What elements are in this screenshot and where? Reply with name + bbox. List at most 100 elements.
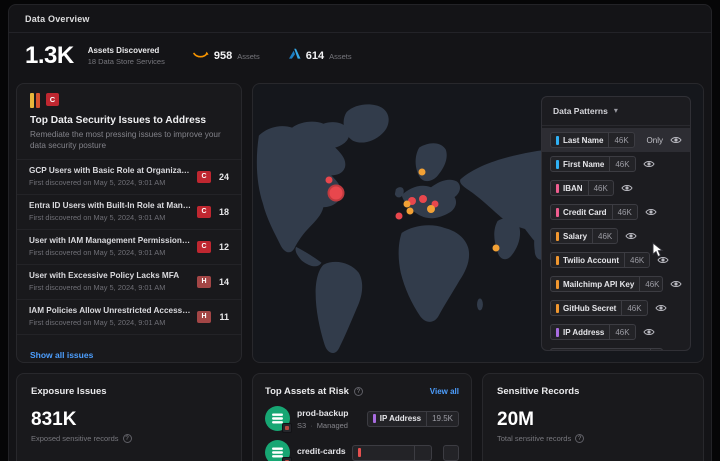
issues-panel-subtitle: Remediate the most pressing issues to im… [30, 129, 228, 152]
data-pattern-chip[interactable]: Mailchimp API Key 46K [550, 276, 663, 292]
assets-list: prod-backup S3 Managed IP Address 19.5K … [265, 406, 459, 461]
overflow-chip[interactable] [443, 445, 459, 461]
data-pattern-row[interactable]: GitHub Secret 46K [542, 296, 690, 320]
only-button[interactable]: Only [647, 136, 663, 145]
issue-count: 18 [217, 207, 229, 217]
asset-name: prod-backup [297, 408, 360, 418]
exposure-issues-card: Exposure Issues 831K Exposed sensitive r… [16, 373, 242, 461]
map-marker[interactable] [419, 169, 426, 176]
data-pattern-row[interactable] [542, 344, 690, 350]
map-marker[interactable] [403, 201, 410, 208]
data-patterns-select[interactable]: Data Patterns [542, 97, 690, 126]
pattern-color-bar [373, 414, 376, 423]
view-all-link[interactable]: View all [430, 387, 459, 396]
issues-list: GCP Users with Basic Role at Organizatio… [17, 159, 241, 334]
issues-panel-title: Top Data Security Issues to Address [30, 115, 228, 126]
data-pattern-row[interactable]: First Name 46K [542, 152, 690, 176]
asset-meta: S3 Managed [297, 421, 360, 430]
critical-badge: C [46, 93, 59, 106]
issue-row[interactable]: User with Excessive Policy Lacks MFA Fir… [17, 264, 241, 299]
data-pattern-row[interactable]: Twilio Account 46K [542, 248, 690, 272]
data-pattern-chip[interactable] [550, 348, 663, 350]
data-pattern-chip[interactable]: Credit Card 46K [550, 204, 638, 220]
dot-separator [310, 421, 313, 430]
assets-discovered-count: 1.3K [25, 44, 74, 68]
asset-name: credit-cards [297, 446, 345, 456]
pattern-color-bar [556, 280, 559, 289]
issue-count: 11 [217, 312, 229, 322]
asset-pattern-chip[interactable] [352, 445, 432, 461]
eye-icon[interactable] [655, 303, 667, 313]
pattern-label: Twilio Account [563, 256, 619, 265]
issue-row[interactable]: User with IAM Management Permissions Lac… [17, 229, 241, 264]
map-marker[interactable] [326, 177, 333, 184]
pattern-label: Last Name [563, 136, 603, 145]
data-pattern-row[interactable]: IBAN 46K [542, 176, 690, 200]
pattern-color-bar [556, 304, 559, 313]
exposure-issues-title: Exposure Issues [31, 386, 227, 397]
data-pattern-chip[interactable]: IBAN 46K [550, 180, 614, 196]
severity-badge: H [197, 276, 211, 288]
issue-title: GCP Users with Basic Role at Organizatio… [29, 166, 191, 175]
issue-count: 14 [217, 277, 229, 287]
pattern-count: 46K [625, 256, 649, 265]
eye-icon[interactable] [670, 135, 682, 145]
pattern-color-bar [556, 256, 559, 265]
data-overview-page: Data Overview 1.3K Assets Discovered 18 … [8, 4, 712, 461]
pattern-label: IP Address [563, 328, 604, 337]
assets-discovered-label: Assets Discovered [88, 46, 165, 55]
azure-assets-stat: 614 Assets [288, 47, 352, 65]
data-pattern-row[interactable]: Mailchimp API Key 46K [542, 272, 690, 296]
asset-row[interactable]: credit-cards [265, 440, 459, 461]
help-icon[interactable] [123, 434, 132, 443]
data-pattern-chip[interactable]: Last Name 46K [550, 132, 635, 148]
asset-pattern-chip[interactable]: IP Address 19.5K [367, 411, 459, 427]
map-marker[interactable] [419, 195, 427, 203]
sensitive-records-card: Sensitive Records 20M Total sensitive re… [482, 373, 704, 461]
pattern-count: 46K [610, 328, 634, 337]
top-assets-title: Top Assets at Risk [265, 386, 349, 397]
sensitive-records-value: 20M [497, 410, 689, 429]
eye-icon[interactable] [643, 327, 655, 337]
issue-row[interactable]: IAM Policies Allow Unrestricted Access t… [17, 299, 241, 334]
data-pattern-chip[interactable]: Twilio Account 46K [550, 252, 650, 268]
pattern-label: IBAN [563, 184, 583, 193]
stats-bar: 1.3K Assets Discovered 18 Data Store Ser… [9, 33, 711, 81]
severity-badge: C [197, 171, 211, 183]
map-marker[interactable] [328, 185, 345, 202]
map-marker[interactable] [492, 244, 499, 251]
severity-badge: H [197, 311, 211, 323]
asset-type: S3 [297, 421, 306, 430]
pattern-color-bar [556, 136, 559, 145]
map-marker[interactable] [427, 205, 435, 213]
severity-bars-icon [30, 93, 40, 108]
map-marker[interactable] [406, 208, 413, 215]
data-pattern-chip[interactable]: First Name 46K [550, 156, 636, 172]
show-all-issues-link[interactable]: Show all issues [30, 350, 93, 360]
data-pattern-row[interactable]: Salary 46K [542, 224, 690, 248]
sensitive-records-sub: Total sensitive records [497, 434, 571, 443]
asset-row[interactable]: prod-backup S3 Managed IP Address 19.5K [265, 406, 459, 431]
eye-icon[interactable] [625, 231, 637, 241]
data-pattern-row[interactable]: IP Address 46K [542, 320, 690, 344]
map-marker[interactable] [395, 213, 402, 220]
help-icon[interactable] [575, 434, 584, 443]
data-pattern-chip[interactable]: Salary 46K [550, 228, 618, 244]
help-icon[interactable] [354, 387, 363, 396]
data-pattern-chip[interactable]: GitHub Secret 46K [550, 300, 648, 316]
issue-row[interactable]: Entra ID Users with Built-In Role at Man… [17, 194, 241, 229]
eye-icon[interactable] [670, 279, 682, 289]
issue-row[interactable]: GCP Users with Basic Role at Organizatio… [17, 159, 241, 194]
pattern-label: Mailchimp API Key [563, 280, 634, 289]
s3-badge-icon [282, 423, 292, 433]
data-pattern-row[interactable]: Last Name 46K Only [542, 128, 690, 152]
eye-icon[interactable] [621, 183, 633, 193]
issue-discovered-date: First discovered on May 5, 2024, 9:01 AM [29, 178, 191, 187]
sensitive-records-title: Sensitive Records [497, 386, 689, 397]
pattern-color-bar [556, 232, 559, 241]
pattern-color-bar [556, 160, 559, 169]
eye-icon[interactable] [643, 159, 655, 169]
eye-icon[interactable] [645, 207, 657, 217]
data-pattern-row[interactable]: Credit Card 46K [542, 200, 690, 224]
data-pattern-chip[interactable]: IP Address 46K [550, 324, 636, 340]
